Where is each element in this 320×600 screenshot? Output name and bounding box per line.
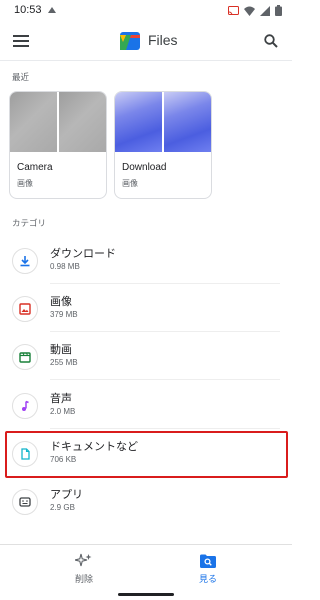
card-subtitle: 画像 <box>17 179 33 188</box>
category-item-videos[interactable]: 動画 255 MB <box>0 336 292 380</box>
category-item-apps[interactable]: アプリ 2.9 GB <box>0 481 292 525</box>
category-item-documents[interactable]: ドキュメントなど 706 KB <box>0 433 292 477</box>
category-item-audio[interactable]: 音声 2.0 MB <box>0 385 292 429</box>
apps-icon <box>12 489 38 515</box>
category-size: 2.9 GB <box>50 503 75 512</box>
thumbnail-image <box>115 92 162 152</box>
battery-icon <box>275 5 282 16</box>
status-time: 10:53 <box>14 4 42 16</box>
nav-label: 見る <box>198 574 217 584</box>
category-size: 255 MB <box>50 358 78 367</box>
category-size: 0.98 MB <box>50 262 80 271</box>
nav-label: 削除 <box>74 574 93 584</box>
divider <box>50 379 280 380</box>
category-item-images[interactable]: 画像 379 MB <box>0 288 292 332</box>
status-icons <box>228 5 282 16</box>
download-thumbnails <box>115 92 211 152</box>
nav-tab-clean[interactable]: 削除 <box>54 553 114 585</box>
download-icon <box>12 248 38 274</box>
category-title: 音声 <box>50 393 72 405</box>
card-title: Download <box>122 162 167 173</box>
signal-icon <box>260 5 270 16</box>
search-button[interactable] <box>260 30 282 52</box>
thumbnail-image <box>57 92 106 152</box>
category-title: ドキュメントなど <box>50 441 138 453</box>
category-item-downloads[interactable]: ダウンロード 0.98 MB <box>0 240 292 284</box>
appbar-divider <box>0 60 292 61</box>
cloud-sync-icon <box>48 7 56 13</box>
files-logo-icon <box>120 32 140 50</box>
category-title: アプリ <box>50 489 83 501</box>
wifi-icon <box>244 6 255 16</box>
app-bar: Files <box>0 22 292 60</box>
recent-card-download[interactable]: Download 画像 <box>114 91 212 199</box>
document-icon <box>12 441 38 467</box>
recent-section-label: 最近 <box>12 72 30 82</box>
category-size: 2.0 MB <box>50 407 76 416</box>
gesture-navigation-bar[interactable] <box>118 593 174 596</box>
divider <box>50 283 280 284</box>
status-bar: 10:53 <box>0 0 292 22</box>
category-title: ダウンロード <box>50 248 116 260</box>
hamburger-menu-icon <box>13 35 29 47</box>
divider <box>50 331 280 332</box>
sparkle-clean-icon <box>75 553 92 567</box>
thumbnail-image <box>10 92 57 152</box>
divider <box>50 428 280 429</box>
video-icon <box>12 344 38 370</box>
thumbnail-image <box>162 92 211 152</box>
image-icon <box>12 296 38 322</box>
audio-icon <box>12 393 38 419</box>
menu-button[interactable] <box>10 30 32 52</box>
nav-tab-browse[interactable]: 見る <box>178 553 238 585</box>
recent-card-camera[interactable]: Camera 画像 <box>9 91 107 199</box>
app-title: Files <box>148 32 178 48</box>
bottom-navigation: 削除 見る <box>0 544 292 600</box>
category-title: 画像 <box>50 296 72 308</box>
category-title: 動画 <box>50 344 72 356</box>
category-size: 706 KB <box>50 455 77 464</box>
browse-folder-icon <box>200 554 216 568</box>
cast-icon <box>228 5 239 15</box>
camera-thumbnails <box>10 92 106 152</box>
card-title: Camera <box>17 162 53 173</box>
category-section-label: カテゴリ <box>12 218 47 228</box>
search-icon <box>264 34 278 48</box>
divider <box>50 476 280 477</box>
category-size: 379 MB <box>50 310 78 319</box>
card-subtitle: 画像 <box>122 179 138 188</box>
